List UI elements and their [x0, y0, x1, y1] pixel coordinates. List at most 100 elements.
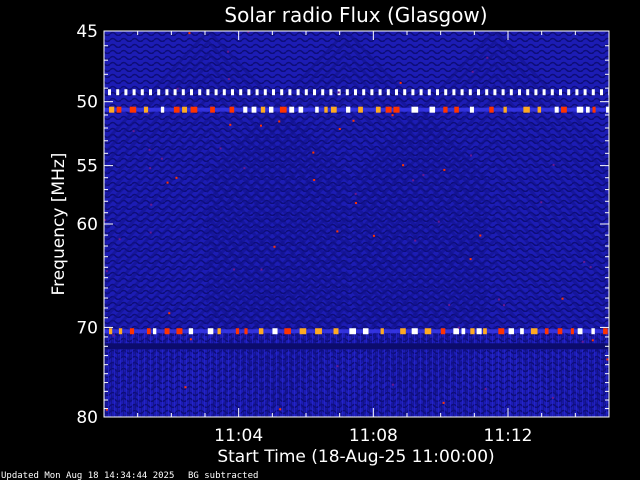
burst-mark [530, 328, 538, 335]
hot-pixel [497, 298, 500, 301]
hot-pixel [337, 91, 340, 94]
hot-pixel [391, 383, 394, 386]
band-dot [165, 89, 169, 96]
burst-mark [129, 106, 137, 113]
burst-mark [489, 106, 494, 113]
hot-pixel [105, 270, 108, 273]
burst-mark [173, 106, 180, 113]
y-tick-label: 50 [76, 93, 98, 113]
band-dot [395, 89, 398, 96]
band-dot [542, 89, 546, 96]
burst-mark [469, 106, 474, 113]
burst-mark [260, 106, 266, 113]
burst-mark [243, 106, 248, 113]
burst-mark [349, 328, 356, 335]
hot-pixel [354, 192, 357, 195]
hot-pixel [160, 157, 163, 160]
hot-pixel [470, 154, 473, 157]
hot-pixel [149, 167, 152, 170]
burst-mark [411, 106, 419, 113]
band-dot [181, 89, 185, 96]
burst-mark [476, 328, 482, 335]
hot-pixel [229, 123, 232, 126]
burst-mark [483, 328, 487, 335]
burst-mark [176, 328, 183, 335]
band-dot [567, 89, 571, 96]
hot-pixel [443, 168, 446, 171]
band-dot [329, 89, 333, 96]
hot-pixel [279, 408, 282, 411]
burst-mark [503, 106, 507, 113]
burst-mark [235, 328, 240, 335]
burst-mark [324, 106, 328, 113]
burst-mark [346, 106, 351, 113]
burst-mark [251, 106, 257, 113]
dark-band [104, 343, 609, 350]
hot-pixel [437, 220, 440, 223]
band-dot [477, 89, 480, 96]
burst-mark [470, 328, 475, 335]
burst-mark [586, 106, 590, 113]
band-dot [206, 89, 210, 96]
hot-pixel [166, 181, 169, 184]
burst-mark [603, 328, 608, 335]
hot-pixel [583, 260, 586, 263]
burst-mark [454, 106, 459, 113]
burst-mark [299, 328, 307, 335]
burst-mark [330, 106, 337, 113]
hot-pixel [175, 176, 178, 179]
band-dot [255, 89, 259, 96]
band-dot [378, 89, 382, 96]
burst-mark [244, 328, 248, 335]
hot-pixel [391, 114, 394, 117]
burst-mark [333, 328, 339, 335]
hot-pixel [469, 258, 472, 261]
band-dot [501, 89, 505, 96]
burst-mark [576, 106, 584, 113]
burst-mark [461, 328, 466, 335]
hot-pixel [448, 303, 451, 306]
band-dot [190, 89, 193, 96]
band-dot [485, 89, 489, 96]
band-dot [600, 89, 603, 96]
hot-pixel [479, 234, 482, 237]
band-dot [526, 89, 530, 96]
band-dot [518, 89, 521, 96]
burst-mark [269, 106, 274, 113]
hot-pixel [412, 179, 415, 182]
hot-pixel [168, 312, 171, 315]
x-tick-label: 11:08 [349, 426, 398, 446]
burst-mark [109, 106, 115, 113]
hot-pixel [503, 304, 506, 307]
burst-mark [375, 106, 381, 113]
band-dot [559, 89, 562, 96]
burst-mark [258, 328, 264, 335]
burst-mark [298, 106, 304, 113]
hot-pixel [540, 201, 543, 204]
hot-pixel [148, 148, 151, 151]
band-dot [173, 89, 177, 96]
hot-pixel [372, 234, 375, 237]
burst-mark [429, 106, 436, 113]
hot-pixel [233, 268, 236, 271]
burst-mark [561, 106, 567, 113]
band-dot [132, 89, 136, 96]
band-dot [313, 89, 316, 96]
burst-mark [557, 328, 563, 335]
spectrogram-chart: Solar radio Flux (Glasgow) 455055607080 … [1, 3, 610, 480]
bg-subtracted-note: BG subtracted [188, 471, 258, 480]
burst-mark [385, 106, 392, 113]
hot-pixel [188, 32, 191, 35]
hot-pixel [581, 340, 584, 343]
burst-mark [498, 328, 505, 335]
hot-pixel [227, 50, 230, 53]
burst-mark [570, 328, 574, 335]
burst-mark [591, 328, 595, 335]
hot-pixel [260, 268, 263, 271]
band-dot [149, 89, 152, 96]
hot-pixel [591, 339, 594, 342]
band-dot [411, 89, 415, 96]
band-dot [452, 89, 456, 96]
y-tick-label: 70 [76, 318, 98, 338]
band-dot [370, 89, 374, 96]
